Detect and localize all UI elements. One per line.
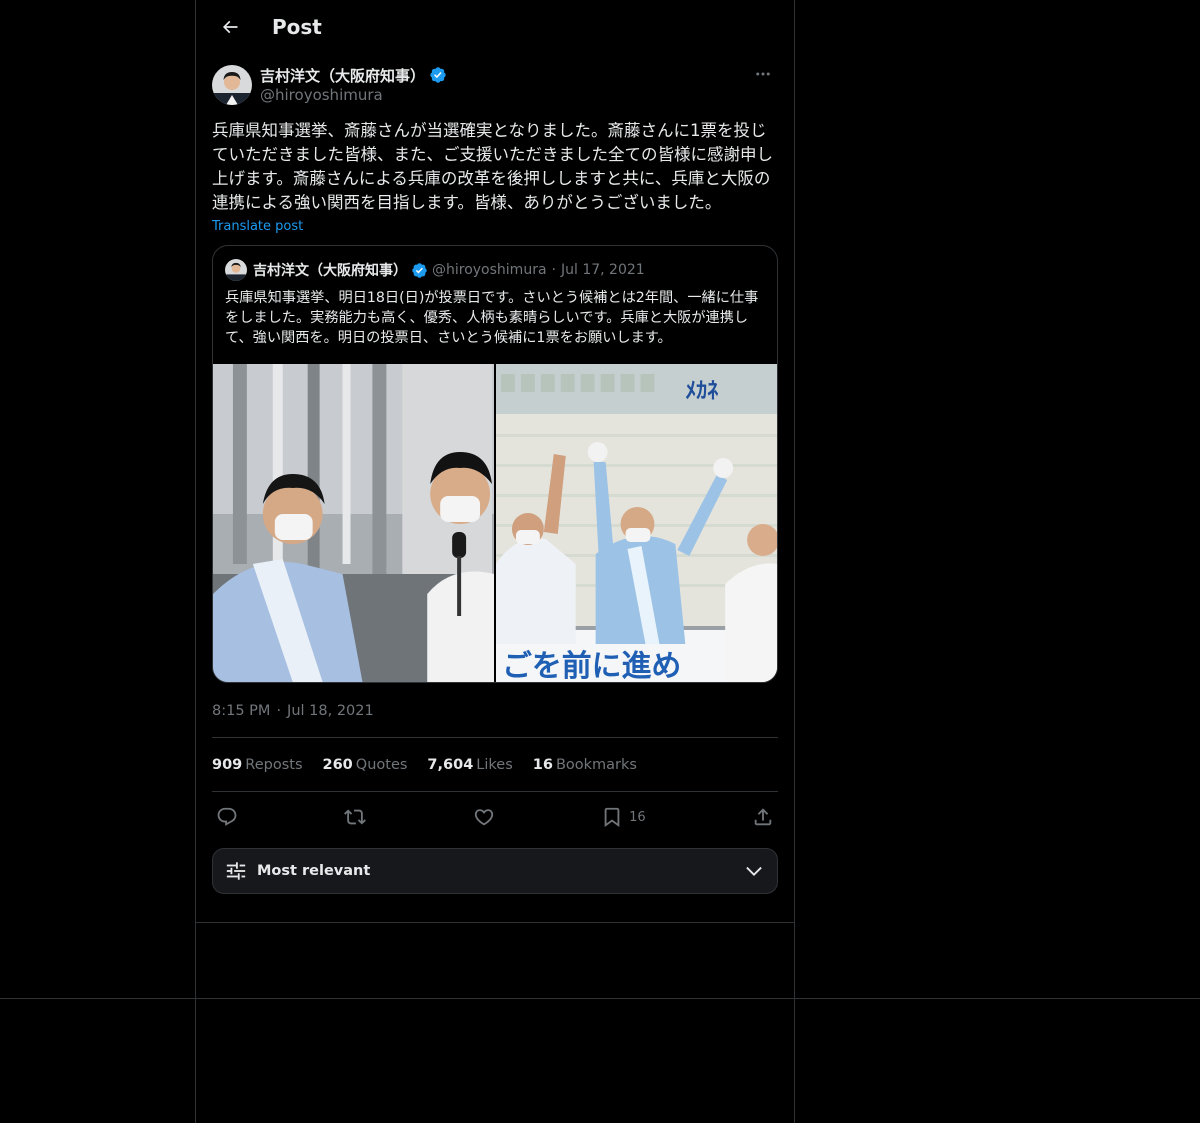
quoted-text: 兵庫県知事選挙、明日18日(日)が投票日です。さいとう候補とは2年間、一緒に仕事… [225, 290, 759, 346]
more-options-button[interactable] [748, 59, 778, 89]
bookmark-count: 16 [629, 809, 646, 825]
quoted-display-name: 吉村洋文（大阪府知事） [253, 263, 407, 279]
right-column-border [794, 0, 795, 1123]
post-timestamp: 8:15 PM · Jul 18, 2021 [212, 701, 778, 721]
quoted-photo-1[interactable] [213, 364, 494, 682]
avatar-image [212, 65, 252, 105]
page-title: Post [272, 14, 322, 39]
name-line: 吉村洋文（大阪府知事） [260, 65, 748, 85]
replies-sort-dropdown[interactable]: Most relevant [212, 848, 778, 894]
arrow-left-icon [222, 20, 238, 33]
quoted-photo-2[interactable]: ﾒｶﾈ ごを前に進め [496, 364, 777, 682]
post-header: Post [196, 0, 794, 53]
share-icon [754, 808, 772, 826]
bookmark-button[interactable]: 16 [601, 800, 646, 834]
translate-post-link[interactable]: Translate post [212, 217, 778, 237]
quotes-stat[interactable]: 260 Quotes [323, 757, 408, 773]
post: 吉村洋文（大阪府知事） @hiroyoshimura 兵庫県知事選挙、斎藤さんが… [196, 53, 794, 894]
quoted-post-header: 吉村洋文（大阪府知事） @hiroyoshimura · Jul 17, 202… [213, 246, 777, 282]
quoted-media: ﾒｶﾈ ごを前に進め [213, 364, 777, 682]
author-display-name[interactable]: 吉村洋文（大阪府知事） [260, 65, 425, 86]
bookmarks-count: 16 [532, 756, 553, 773]
quoted-avatar [225, 259, 247, 281]
svg-text:ﾒｶﾈ: ﾒｶﾈ [685, 379, 718, 404]
chevron-down-icon [743, 860, 765, 882]
post-date[interactable]: Jul 18, 2021 [287, 703, 374, 719]
reply-icon [217, 807, 237, 826]
quoted-date: Jul 17, 2021 [560, 262, 645, 278]
author-row: 吉村洋文（大阪府知事） @hiroyoshimura [212, 65, 778, 109]
bookmark-icon [604, 807, 620, 828]
bookmarks-stat[interactable]: 16 Bookmarks [533, 757, 637, 773]
timestamp-separator: · [276, 703, 282, 719]
likes-label: Likes [476, 756, 513, 773]
quoted-separator: · [551, 262, 556, 278]
reposts-stat[interactable]: 909 Reposts [212, 757, 303, 773]
quotes-label: Quotes [355, 756, 408, 773]
back-button[interactable] [212, 9, 248, 45]
sort-label: Most relevant [257, 863, 371, 879]
avatar[interactable] [212, 65, 252, 105]
svg-text:ごを前に進め: ごを前に進め [502, 649, 681, 682]
verified-badge-icon [411, 262, 428, 279]
verified-badge-icon[interactable] [429, 66, 447, 84]
repost-icon [344, 809, 367, 825]
sliders-icon [225, 860, 247, 882]
likes-stat[interactable]: 7,604 Likes [427, 757, 512, 773]
likes-count: 7,604 [427, 756, 474, 773]
repost-button[interactable] [344, 800, 367, 834]
author-handle[interactable]: @hiroyoshimura [260, 85, 748, 105]
more-horizontal-icon [756, 72, 770, 76]
post-time[interactable]: 8:15 PM [212, 703, 270, 719]
reposts-label: Reposts [245, 756, 303, 773]
heart-icon [474, 809, 493, 826]
quotes-count: 260 [322, 756, 353, 773]
author-info: 吉村洋文（大阪府知事） @hiroyoshimura [260, 65, 748, 105]
quoted-post[interactable]: 吉村洋文（大阪府知事） @hiroyoshimura · Jul 17, 202… [212, 245, 778, 683]
bookmarks-label: Bookmarks [555, 756, 637, 773]
share-button[interactable] [752, 800, 774, 834]
thread-end-divider [196, 922, 794, 923]
main-column: Post 吉村洋文（大阪府知事） @hiroyoshimura 兵庫県知事選挙、… [196, 0, 794, 894]
bottom-divider [0, 998, 1200, 999]
like-button[interactable] [473, 800, 495, 834]
reposts-count: 909 [212, 756, 243, 773]
action-bar: 16 [212, 792, 778, 842]
reply-button[interactable] [216, 800, 238, 834]
quoted-handle: @hiroyoshimura [432, 262, 547, 278]
post-text: 兵庫県知事選挙、斎藤さんが当選確実となりました。斎藤さんに1票を投じていただきま… [212, 121, 773, 212]
post-stats: 909 Reposts 260 Quotes 7,604 Likes 16 Bookma… [212, 738, 778, 791]
